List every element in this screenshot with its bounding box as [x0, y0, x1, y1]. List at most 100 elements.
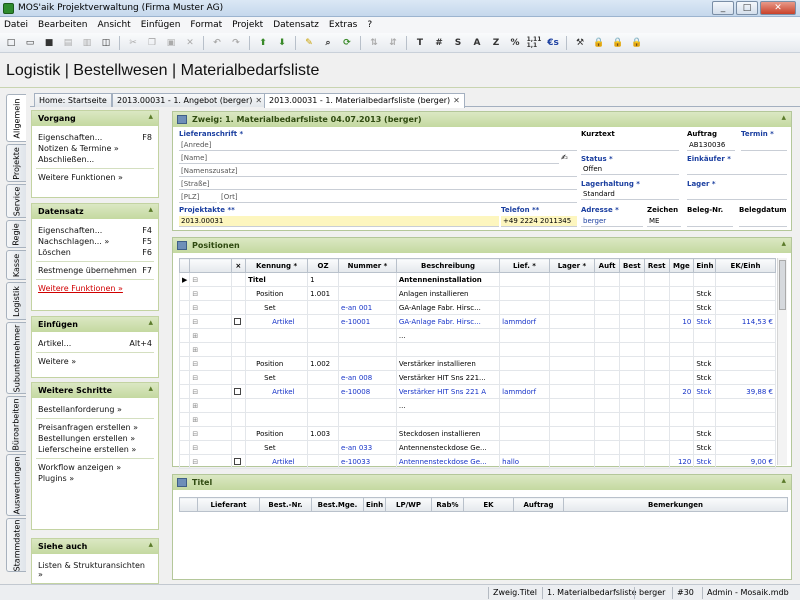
table-cell[interactable] — [618, 412, 645, 427]
table-cell[interactable] — [715, 328, 776, 343]
table-cell[interactable] — [178, 314, 191, 329]
table-cell[interactable] — [230, 314, 247, 329]
table-cell[interactable] — [307, 412, 340, 427]
maximize-button[interactable]: □ — [736, 1, 758, 15]
table-row[interactable]: ⊟ Artikel e-10001 GA-Anlage Fabr. Hirsc... l… — [178, 314, 776, 329]
table-cell[interactable] — [178, 398, 191, 413]
table-cell[interactable] — [643, 426, 670, 441]
table-cell[interactable] — [548, 426, 596, 441]
menu-extras[interactable]: Extras — [329, 20, 357, 30]
table-cell[interactable]: ⊟ — [189, 356, 232, 371]
table-cell[interactable]: Titel — [245, 272, 309, 287]
vtab-regie[interactable]: Regie — [6, 220, 26, 248]
table-cell[interactable] — [715, 300, 776, 315]
table-cell[interactable] — [618, 314, 645, 329]
sidebar-item[interactable]: Lieferscheine erstellen » — [32, 444, 158, 455]
find-icon[interactable]: ⌕ — [320, 35, 336, 51]
table-cell[interactable]: ⊟ — [189, 384, 232, 399]
column-header[interactable]: Beschreibung — [395, 258, 501, 273]
table-row[interactable]: ⊟ Artikel e-10033 Antennensteckdose Ge... ha… — [178, 454, 776, 469]
table-cell[interactable] — [618, 384, 645, 399]
new-icon[interactable]: □ — [3, 35, 19, 51]
table-cell[interactable] — [594, 412, 620, 427]
decimals-icon[interactable]: 1,11 1,1 — [526, 35, 542, 51]
table-cell[interactable] — [643, 272, 670, 287]
table-cell[interactable]: Artikel — [245, 384, 309, 399]
positions-scrollbar[interactable] — [777, 258, 787, 465]
table-cell[interactable] — [618, 342, 645, 357]
table-cell[interactable] — [594, 300, 620, 315]
sidebar-item[interactable]: Plugins » — [32, 473, 158, 484]
status-field[interactable]: Offen — [581, 164, 679, 175]
table-row[interactable]: ⊞... — [178, 328, 776, 343]
table-cell[interactable] — [594, 370, 620, 385]
column-header[interactable]: Mge — [668, 258, 695, 273]
table-cell[interactable] — [643, 356, 670, 371]
table-cell[interactable] — [178, 370, 191, 385]
table-cell[interactable] — [499, 300, 550, 315]
table-cell[interactable]: Set — [245, 370, 309, 385]
table-cell[interactable] — [499, 342, 550, 357]
menu-help[interactable]: ? — [367, 20, 372, 30]
table-cell[interactable] — [643, 342, 670, 357]
table-cell[interactable]: hallo — [499, 454, 550, 469]
table-cell[interactable] — [618, 328, 645, 343]
sidebar-item[interactable]: Nachschlagen... » F5 — [32, 236, 158, 247]
column-header[interactable]: Lief. * — [499, 258, 550, 273]
table-cell[interactable]: ⊟ — [189, 454, 232, 469]
cut-icon[interactable]: ✂ — [125, 35, 141, 51]
table-cell[interactable] — [548, 356, 596, 371]
hash-icon[interactable]: # — [431, 35, 447, 51]
table-cell[interactable] — [230, 328, 247, 343]
table-cell[interactable]: 1 — [307, 272, 340, 287]
table-cell[interactable] — [178, 384, 191, 399]
table-cell[interactable]: e-an 001 — [338, 300, 397, 315]
table-cell[interactable] — [643, 370, 670, 385]
redo-icon[interactable]: ↷ — [228, 35, 244, 51]
table-cell[interactable]: GA-Anlage Fabr. Hirsc... — [395, 300, 501, 315]
table-cell[interactable]: e-10001 — [338, 314, 397, 329]
table-cell[interactable] — [668, 412, 695, 427]
namenszusatz-field[interactable]: [Namenszusatz] — [179, 166, 577, 177]
vtab-projekte[interactable]: Projekte — [6, 144, 26, 182]
table-cell[interactable] — [307, 342, 340, 357]
table-cell[interactable] — [230, 272, 247, 287]
z-icon[interactable]: Z — [488, 35, 504, 51]
table-cell[interactable] — [594, 454, 620, 469]
table-cell[interactable] — [618, 370, 645, 385]
table-cell[interactable] — [594, 440, 620, 455]
table-cell[interactable] — [643, 328, 670, 343]
table-cell[interactable] — [618, 454, 645, 469]
column-header[interactable]: Bemerkungen — [563, 497, 788, 512]
table-cell[interactable] — [618, 440, 645, 455]
table-cell[interactable]: Steckdosen installieren — [395, 426, 501, 441]
table-cell[interactable]: ▶ — [178, 272, 191, 287]
table-cell[interactable] — [618, 272, 645, 287]
table-cell[interactable]: 1.002 — [307, 356, 340, 371]
table-cell[interactable] — [548, 314, 596, 329]
tools-icon[interactable]: ⚒ — [572, 35, 588, 51]
sidebar-item[interactable]: Abschließen... — [32, 154, 158, 165]
table-cell[interactable]: Verstärker HIT Sns 221 A — [395, 384, 501, 399]
table-cell[interactable] — [230, 412, 247, 427]
table-cell[interactable] — [178, 300, 191, 315]
text-t-icon[interactable]: T — [412, 35, 428, 51]
table-cell[interactable] — [548, 454, 596, 469]
table-cell[interactable] — [230, 384, 247, 399]
table-cell[interactable] — [338, 272, 397, 287]
table-cell[interactable] — [693, 272, 716, 287]
sidebar-item[interactable]: Listen & Strukturansichten » — [32, 560, 158, 579]
table-cell[interactable] — [499, 412, 550, 427]
table-cell[interactable] — [693, 342, 716, 357]
lock-red-icon[interactable]: 🔒 — [629, 35, 645, 51]
column-header[interactable]: OZ — [307, 258, 340, 273]
a-icon[interactable]: A — [469, 35, 485, 51]
table-row[interactable]: ⊟ Artikel e-10008 Verstärker HIT Sns 221 Al… — [178, 384, 776, 399]
table-cell[interactable] — [668, 286, 695, 301]
column-header[interactable]: Rab% — [431, 497, 464, 512]
table-cell[interactable] — [548, 328, 596, 343]
table-cell[interactable]: lammdorf — [499, 384, 550, 399]
open-icon[interactable]: ▭ — [22, 35, 38, 51]
table-row[interactable]: ⊞ — [178, 342, 776, 357]
table-cell[interactable]: Antennensteckdose Ge... — [395, 454, 501, 469]
